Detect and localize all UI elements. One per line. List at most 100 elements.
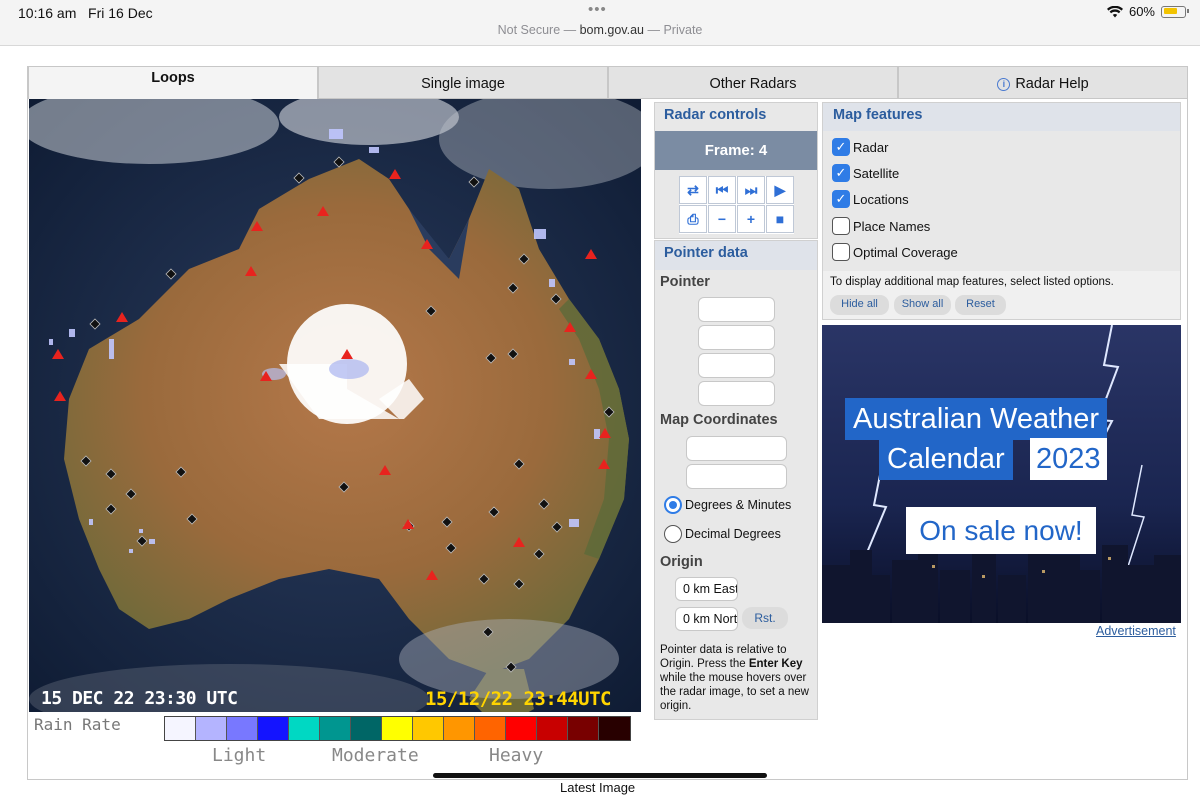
- pointer-data-title: Pointer data: [664, 245, 748, 261]
- radio-label: Decimal Degrees: [685, 527, 781, 541]
- info-icon: i: [997, 78, 1011, 91]
- feature-place-names[interactable]: Place Names: [832, 217, 930, 235]
- map-coordinate-field-1[interactable]: [686, 436, 787, 461]
- ad-title-line1: Australian Weather: [845, 398, 1108, 440]
- stop-button[interactable]: ■: [766, 205, 794, 233]
- origin-north-field[interactable]: 0 km North: [675, 607, 738, 631]
- battery-icon: [1161, 5, 1189, 18]
- feature-label: Satellite: [853, 165, 900, 181]
- feature-optimal-coverage[interactable]: Optimal Coverage: [832, 243, 958, 261]
- clock: 10:16 am Fri 16 Dec: [18, 5, 153, 21]
- rain-rate-color-scale: [164, 716, 631, 741]
- radio-degrees-minutes[interactable]: Degrees & Minutes: [664, 496, 791, 514]
- legend-swatch: [537, 717, 568, 740]
- ad-sale-badge: On sale now!: [906, 507, 1096, 554]
- stop-icon: ■: [775, 211, 785, 227]
- origin-reset-button[interactable]: Rst.: [742, 607, 788, 629]
- tab-single-image[interactable]: Single image: [318, 66, 608, 99]
- reset-features-button[interactable]: Reset: [955, 295, 1006, 315]
- legend-swatch: [351, 717, 382, 740]
- tab-other-radars[interactable]: Other Radars: [608, 66, 898, 99]
- swap-icon: ⇄: [687, 181, 699, 198]
- tab-label: Loops: [151, 70, 195, 86]
- status-indicators: 60%: [1106, 4, 1189, 19]
- print-button[interactable]: ⎙: [679, 205, 707, 233]
- radio-decimal-degrees[interactable]: Decimal Degrees: [664, 525, 781, 543]
- checkbox-unchecked-icon: [832, 217, 850, 235]
- feature-label: Optimal Coverage: [853, 244, 958, 260]
- feature-locations[interactable]: ✓ Locations: [832, 190, 909, 208]
- legend-light: Light: [212, 745, 267, 766]
- legend-moderate: Moderate: [332, 745, 419, 766]
- first-frame-icon: ⏮: [715, 181, 729, 198]
- radar-controls-title: Radar controls: [664, 107, 767, 123]
- tab-radar-help[interactable]: i Radar Help: [898, 66, 1188, 99]
- radio-unselected-icon: [664, 525, 682, 543]
- pointer-note: Pointer data is relative to Origin. Pres…: [660, 644, 809, 712]
- origin-east-field[interactable]: 0 km East: [675, 577, 738, 601]
- legend-heavy: Heavy: [489, 745, 544, 766]
- more-dots-icon[interactable]: •••: [588, 1, 607, 18]
- print-icon: ⎙: [687, 210, 699, 227]
- legend-swatch: [320, 717, 351, 740]
- home-indicator: [433, 773, 767, 778]
- pointer-label: Pointer: [660, 274, 710, 290]
- slower-button[interactable]: −: [708, 205, 736, 233]
- play-button[interactable]: ▶: [766, 176, 794, 204]
- radar-control-buttons: ⇄ ⏮ ⏭ ▶ ⎙ − + ■: [679, 176, 794, 234]
- map-coordinates-label: Map Coordinates: [660, 412, 778, 428]
- tab-label: Radar Help: [1015, 76, 1089, 92]
- advertisement-link[interactable]: Advertisement: [1096, 624, 1176, 638]
- radio-label: Degrees & Minutes: [685, 498, 792, 512]
- tab-label: Other Radars: [709, 76, 797, 92]
- last-frame-icon: ⏭: [744, 181, 758, 198]
- legend-swatch: [444, 717, 475, 740]
- ad-year: 2023: [1030, 438, 1107, 480]
- radio-selected-icon: [664, 496, 682, 514]
- swap-button[interactable]: ⇄: [679, 176, 707, 204]
- tab-label: Single image: [421, 76, 505, 92]
- map-features-title: Map features: [833, 107, 923, 123]
- ad-title-line2: Calendar: [879, 438, 1013, 480]
- pointer-field-2[interactable]: [698, 325, 775, 350]
- battery-percent: 60%: [1128, 4, 1155, 19]
- play-icon: ▶: [774, 181, 786, 198]
- feature-radar[interactable]: ✓ Radar: [832, 138, 888, 156]
- legend-swatch: [506, 717, 537, 740]
- legend-swatch: [568, 717, 599, 740]
- checkbox-checked-icon: ✓: [832, 190, 850, 208]
- show-all-button[interactable]: Show all: [894, 295, 951, 315]
- pointer-field-3[interactable]: [698, 353, 775, 378]
- frame-indicator: Frame: 4: [655, 131, 817, 170]
- feature-label: Radar: [853, 139, 889, 155]
- faster-button[interactable]: +: [737, 205, 765, 233]
- map-coordinate-field-2[interactable]: [686, 464, 787, 489]
- tab-bar: Loops Single image Other Radars i Radar H…: [28, 66, 1188, 99]
- legend-swatch: [599, 717, 630, 740]
- first-frame-button[interactable]: ⏮: [708, 176, 736, 204]
- pointer-field-1[interactable]: [698, 297, 775, 322]
- tab-loops[interactable]: Loops: [28, 66, 318, 99]
- radar-image[interactable]: 15 DEC 22 23:30 UTC 15/12/22 23:44UTC: [29, 99, 641, 712]
- checkbox-checked-icon: ✓: [832, 138, 850, 156]
- australia-satellite-map: [29, 99, 641, 712]
- wifi-icon: [1106, 5, 1123, 17]
- map-features-note: To display additional map features, sele…: [830, 276, 1114, 288]
- legend-swatch: [289, 717, 320, 740]
- rain-rate-label: Rain Rate: [34, 715, 121, 734]
- hide-all-button[interactable]: Hide all: [830, 295, 889, 315]
- address-bar[interactable]: Not Secure — bom.gov.au — Private: [0, 23, 1200, 37]
- legend-swatch: [196, 717, 227, 740]
- checkbox-checked-icon: ✓: [832, 164, 850, 182]
- legend-swatch: [227, 717, 258, 740]
- legend-swatch: [413, 717, 444, 740]
- calendar-advertisement[interactable]: Australian Weather Calendar 2023: [822, 325, 1181, 623]
- checkbox-unchecked-icon: [832, 243, 850, 261]
- last-frame-button[interactable]: ⏭: [737, 176, 765, 204]
- feature-label: Place Names: [853, 218, 931, 234]
- plus-icon: +: [746, 211, 756, 227]
- browser-status-bar: 10:16 am Fri 16 Dec ••• Not Secure — bom…: [0, 0, 1200, 46]
- origin-label: Origin: [660, 554, 703, 570]
- pointer-field-4[interactable]: [698, 381, 775, 406]
- feature-satellite[interactable]: ✓ Satellite: [832, 164, 899, 182]
